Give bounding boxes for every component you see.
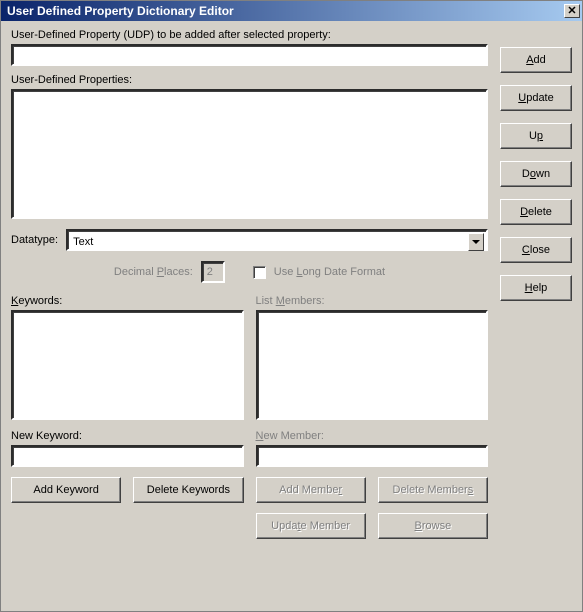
list-members-label: List Members:	[256, 295, 489, 307]
window-title: User Defined Property Dictionary Editor	[7, 4, 564, 18]
window: User Defined Property Dictionary Editor …	[0, 0, 583, 612]
titlebar: User Defined Property Dictionary Editor …	[1, 1, 582, 21]
new-keyword-input[interactable]	[11, 445, 244, 467]
datatype-value: Text	[68, 231, 486, 249]
down-button[interactable]: Down	[500, 161, 572, 187]
browse-button[interactable]: Browse	[378, 513, 488, 539]
use-long-date-checkbox[interactable]	[253, 266, 266, 279]
udp-add-label: User-Defined Property (UDP) to be added …	[11, 29, 488, 41]
new-keyword-label: New Keyword:	[11, 430, 244, 442]
keywords-listbox[interactable]	[11, 310, 244, 420]
keywords-label: Keywords:	[11, 295, 244, 307]
decimal-places-label: Decimal Places:	[114, 266, 193, 278]
members-column: List Members: New Member: Add Member Del…	[256, 295, 489, 539]
new-member-label: New Member:	[256, 430, 489, 442]
udp-input[interactable]	[11, 44, 488, 66]
add-member-button[interactable]: Add Member	[256, 477, 366, 503]
udp-list-label: User-Defined Properties:	[11, 74, 488, 86]
keywords-members-section: Keywords: New Keyword: Add Keyword Delet…	[11, 295, 488, 539]
datatype-label: Datatype:	[11, 234, 58, 246]
close-button[interactable]: Close	[500, 237, 572, 263]
chevron-down-icon[interactable]	[468, 233, 484, 251]
update-member-button[interactable]: Update Member	[256, 513, 366, 539]
add-button[interactable]: Add	[500, 47, 572, 73]
main-column: User-Defined Property (UDP) to be added …	[11, 29, 488, 603]
udp-listbox[interactable]	[11, 89, 488, 219]
use-long-date-label: Use Long Date Format	[274, 266, 385, 278]
new-member-input[interactable]	[256, 445, 489, 467]
help-button[interactable]: Help	[500, 275, 572, 301]
delete-members-button[interactable]: Delete Members	[378, 477, 488, 503]
client-area: User-Defined Property (UDP) to be added …	[1, 21, 582, 611]
delete-button[interactable]: Delete	[500, 199, 572, 225]
update-button[interactable]: Update	[500, 85, 572, 111]
members-listbox[interactable]	[256, 310, 489, 420]
side-buttons: Add Update Up Down Delete Close Help	[500, 29, 572, 603]
datatype-select[interactable]: Text	[66, 229, 488, 251]
delete-keywords-button[interactable]: Delete Keywords	[133, 477, 243, 503]
keywords-column: Keywords: New Keyword: Add Keyword Delet…	[11, 295, 244, 539]
close-icon[interactable]: ✕	[564, 4, 580, 18]
add-keyword-button[interactable]: Add Keyword	[11, 477, 121, 503]
up-button[interactable]: Up	[500, 123, 572, 149]
decimal-places-input	[201, 261, 225, 283]
